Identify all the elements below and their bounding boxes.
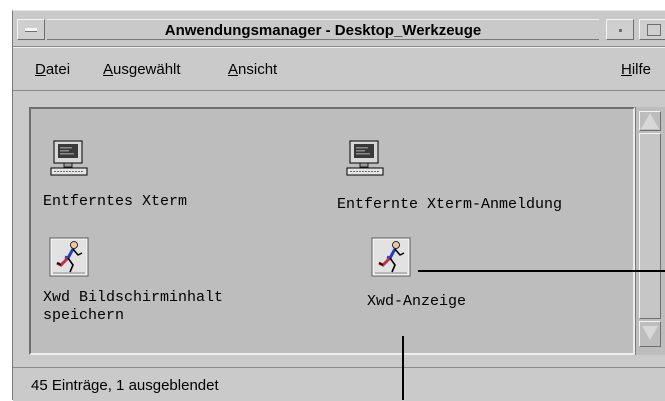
callout-line-vertical <box>402 336 404 400</box>
menu-ausgewaehlt-mnemonic: A <box>103 61 114 78</box>
computer-terminal-icon[interactable] <box>345 139 385 184</box>
arrow-up-icon <box>641 113 659 129</box>
title-bar[interactable]: Anwendungsmanager - Desktop_Werkzeuge <box>13 11 665 47</box>
runner-icon[interactable] <box>371 237 411 282</box>
callout-line-horizontal <box>418 270 665 272</box>
computer-terminal-icon[interactable] <box>49 139 89 184</box>
window-menu-icon <box>25 28 37 32</box>
minimize-icon <box>619 29 622 32</box>
scrollbar-thumb[interactable] <box>639 133 661 319</box>
menu-hilfe[interactable]: Hilfe <box>621 61 651 79</box>
icon-view[interactable]: Entferntes Xterm Entfernte Xterm-Anmeldu… <box>29 107 635 355</box>
menu-hilfe-mnemonic: H <box>621 61 632 78</box>
menu-ansicht[interactable]: Ansicht <box>228 61 277 79</box>
maximize-icon <box>647 24 661 36</box>
menu-ausgewaehlt[interactable]: Ausgewählt <box>103 61 181 79</box>
menu-datei-label: atei <box>45 61 71 78</box>
icon-label-entfernte-xterm-anmeldung[interactable]: Entfernte Xterm-Anmeldung <box>337 196 562 214</box>
status-text: 45 Einträge, 1 ausgeblendet <box>31 377 219 394</box>
arrow-down-icon <box>642 326 658 340</box>
status-bar: 45 Einträge, 1 ausgeblendet <box>13 367 665 401</box>
minimize-button[interactable] <box>606 19 634 40</box>
application-manager-window: Anwendungsmanager - Desktop_Werkzeuge Da… <box>12 10 665 401</box>
menu-bar: Datei Ausgewählt Ansicht Hilfe <box>13 47 665 91</box>
menu-ausgewaehlt-label: usgewählt <box>113 61 181 78</box>
vertical-scrollbar[interactable] <box>635 107 665 355</box>
scroll-up-button[interactable] <box>639 111 661 131</box>
maximize-button[interactable] <box>639 19 665 40</box>
menu-ansicht-label: nsicht <box>238 61 278 78</box>
menu-hilfe-label: ilfe <box>631 61 652 78</box>
menu-datei[interactable]: Datei <box>35 61 70 79</box>
icon-label-xwd-bildschirminhalt[interactable]: Xwd Bildschirminhalt speichern <box>43 289 223 325</box>
icon-label-entferntes-xterm[interactable]: Entferntes Xterm <box>43 193 187 211</box>
menu-ansicht-mnemonic: A <box>228 61 239 78</box>
icon-label-xwd-anzeige[interactable]: Xwd-Anzeige <box>367 293 466 311</box>
runner-icon[interactable] <box>49 237 89 282</box>
scroll-down-button[interactable] <box>639 321 661 347</box>
menu-datei-mnemonic: D <box>35 61 46 78</box>
window-title: Anwendungsmanager - Desktop_Werkzeuge <box>47 19 599 40</box>
window-menu-button[interactable] <box>17 19 45 40</box>
